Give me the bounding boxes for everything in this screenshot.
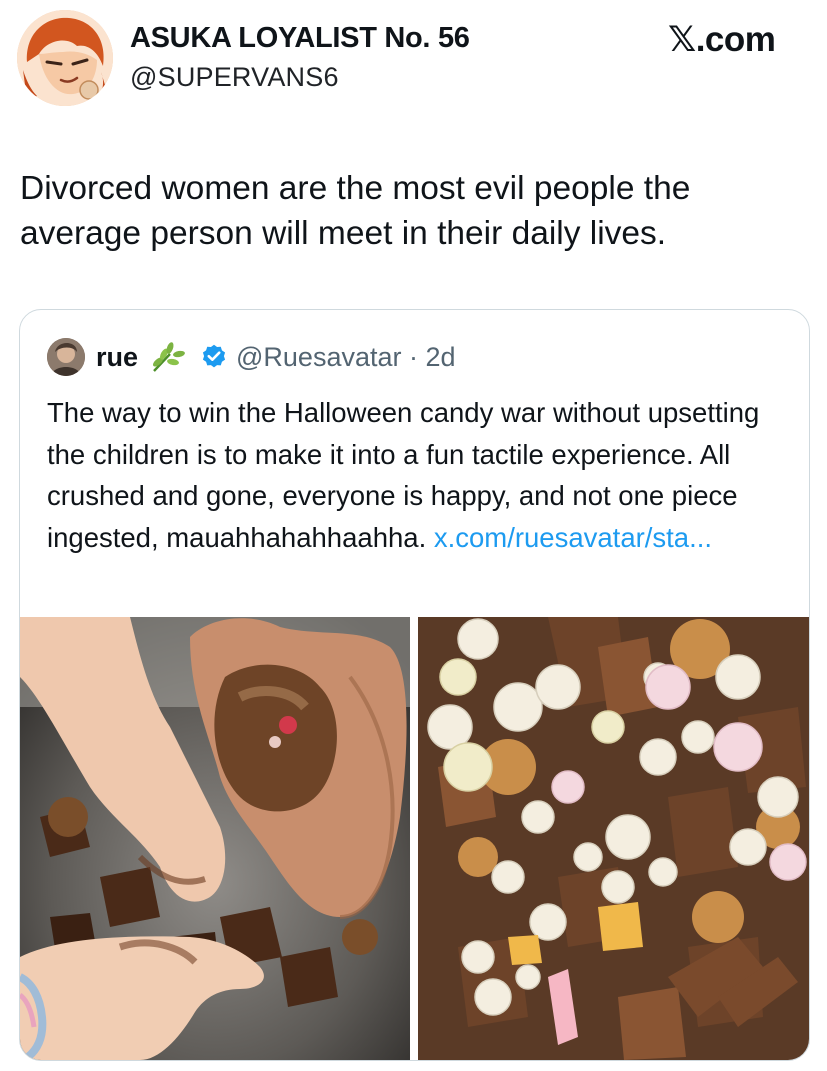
- hands-crushing-candy-photo[interactable]: [20, 617, 410, 1060]
- post-time[interactable]: 2d: [425, 342, 455, 372]
- verified-badge-icon: [202, 344, 226, 368]
- portrait-avatar-icon: [47, 338, 85, 376]
- author-display-name[interactable]: ASUKA LOYALIST No. 56: [130, 22, 470, 55]
- author-avatar[interactable]: [17, 10, 113, 106]
- quoted-post-link[interactable]: x.com/ruesavatar/sta...: [434, 522, 712, 553]
- post-text: Divorced women are the most evil people …: [20, 170, 691, 252]
- author-handle[interactable]: @SUPERVANS6: [130, 62, 339, 93]
- meta-separator: ·: [401, 342, 426, 372]
- crushed-candy-pile-photo[interactable]: [418, 617, 809, 1060]
- herb-icon: [153, 342, 185, 372]
- quoted-author-display-name[interactable]: rue: [96, 342, 138, 373]
- quoted-post-card[interactable]: rue @Ruesavatar · 2d The way to win the …: [19, 309, 810, 1061]
- x-com-watermark: 𝕏.com: [668, 20, 776, 59]
- quoted-post-meta[interactable]: @Ruesavatar · 2d: [236, 342, 456, 373]
- quoted-author-handle[interactable]: @Ruesavatar: [236, 342, 401, 372]
- quoted-post-text: The way to win the Halloween candy war w…: [47, 392, 797, 558]
- anime-avatar-icon: [17, 10, 113, 106]
- quoted-author-avatar[interactable]: [47, 338, 85, 376]
